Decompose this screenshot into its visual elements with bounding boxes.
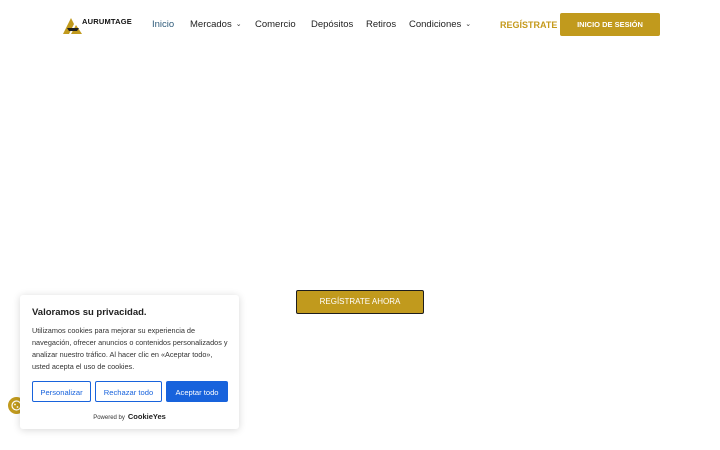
nav-item-label: Comercio	[255, 19, 296, 30]
chevron-down-icon: ⌄	[465, 21, 472, 28]
site-header: AURUMTAGE Inicio Mercados ⌄ Comercio Depó…	[0, 0, 720, 50]
customize-button[interactable]: Personalizar	[32, 381, 91, 402]
nav-item-condiciones[interactable]: Condiciones ⌄	[409, 18, 471, 32]
site-logo[interactable]: AURUMTAGE	[63, 14, 135, 36]
chevron-down-icon: ⌄	[235, 21, 242, 28]
register-now-button[interactable]: REGÍSTRATE AHORA	[296, 290, 424, 314]
login-button[interactable]: INICIO DE SESIÓN	[560, 13, 660, 36]
cookie-consent-banner: Valoramos su privacidad. Utilizamos cook…	[20, 295, 239, 429]
powered-by: Powered by CookieYes	[20, 412, 239, 421]
accept-all-button[interactable]: Aceptar todo	[166, 381, 228, 402]
nav-item-label: Mercados	[190, 19, 232, 30]
aurumtage-logo-icon	[63, 18, 82, 34]
cookie-title: Valoramos su privacidad.	[32, 307, 147, 318]
nav-item-label: Retiros	[366, 19, 397, 30]
nav-item-retiros[interactable]: Retiros	[366, 18, 396, 32]
nav-item-depositos[interactable]: Depósitos	[311, 18, 353, 32]
reject-all-button[interactable]: Rechazar todo	[95, 381, 162, 402]
nav-item-label: Depósitos	[311, 19, 354, 30]
nav-item-label: Condiciones	[409, 19, 462, 30]
cookie-description: Utilizamos cookies para mejorar su exper…	[32, 326, 228, 371]
nav-item-label: Inicio	[152, 19, 175, 30]
cookieyes-logo[interactable]: CookieYes	[128, 412, 166, 421]
logo-text: AURUMTAGE	[82, 17, 132, 26]
powered-by-label: Powered by	[93, 415, 125, 421]
nav-item-comercio[interactable]: Comercio	[255, 18, 296, 32]
nav-item-inicio[interactable]: Inicio	[152, 18, 174, 32]
register-link[interactable]: REGÍSTRATE	[500, 18, 557, 32]
nav-item-mercados[interactable]: Mercados ⌄	[190, 18, 242, 32]
